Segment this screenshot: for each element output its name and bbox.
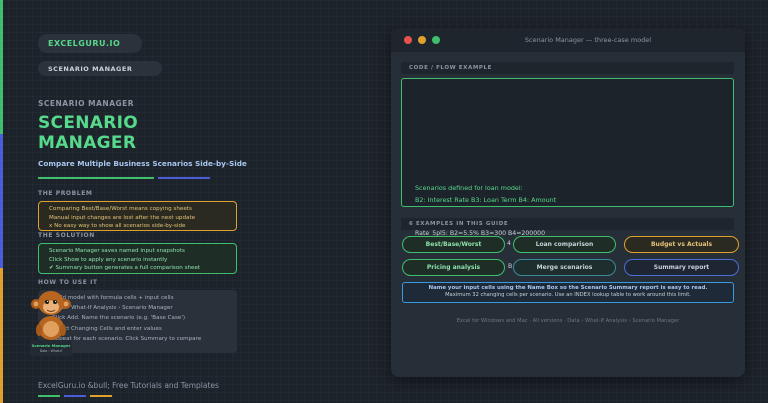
accent-bar-green <box>0 0 3 134</box>
solution-line: Scenario Manager saves named input snaps… <box>49 248 185 254</box>
footer-bar-blue <box>64 395 86 397</box>
solution-line: ✔ Summary button generates a full compar… <box>49 265 201 272</box>
behind-fragment: B <box>508 263 513 270</box>
nav-badge-label: SCENARIO MANAGER <box>48 64 133 73</box>
examples-section-header: 6 EXAMPLES IN THIS GUIDE <box>401 218 734 230</box>
mascot-caption: Scenario Manager <box>31 343 71 348</box>
mascot-subcaption: Data › What-If <box>39 349 63 353</box>
example-button-budget-vs-actuals[interactable]: Budget vs Actuals <box>624 236 739 253</box>
example-button-best-base-worst[interactable]: Best/Base/Worst <box>402 236 505 253</box>
footer-bar-orange <box>90 395 112 397</box>
code-label: CODE / FLOW EXAMPLE <box>409 65 493 71</box>
behind-fragment: 4 <box>507 240 511 247</box>
subtitle-underline-green <box>38 177 154 179</box>
howto-step: Repeat for each scenario. Click Summary … <box>52 335 202 342</box>
app-window: Scenario Manager — three-case model CODE… <box>391 28 745 377</box>
tip-line-1: Name your input cells using the Name Box… <box>428 285 708 291</box>
nav-badge[interactable]: SCENARIO MANAGER <box>38 61 162 76</box>
page-title-line1: SCENARIO <box>38 113 138 133</box>
howto-step: Click Add. Name the scenario (e.g. 'Base… <box>52 315 186 322</box>
code-panel: Scenarios defined for loan model: B2: In… <box>401 78 734 207</box>
problem-box: Comparing Best/Base/Worst means copying … <box>38 201 237 231</box>
example-button-merge-scenarios[interactable]: Merge scenarios <box>513 259 616 276</box>
code-line: Scenarios defined for loan model: <box>415 184 523 192</box>
page-eyebrow: SCENARIO MANAGER <box>38 99 135 108</box>
howto-step: Select Changing Cells and enter values <box>52 325 162 332</box>
window-titlebar: Scenario Manager — three-case model <box>391 28 745 52</box>
monkey-mascot-icon <box>31 291 71 340</box>
mascot: Scenario Manager Data › What-If <box>30 290 72 356</box>
code-section-header: CODE / FLOW EXAMPLE <box>401 62 734 74</box>
problem-line: Manual input changes are lost after the … <box>49 214 196 221</box>
footer-bar-green <box>38 395 60 397</box>
howto-step: Build model with formula cells + input c… <box>52 295 174 301</box>
examples-label: 6 EXAMPLES IN THIS GUIDE <box>409 221 509 227</box>
page-title-line2: MANAGER <box>38 133 137 153</box>
code-line: B2: Interest Rate B3: Loan Term B4: Amou… <box>415 196 557 204</box>
subtitle-underline-blue <box>158 177 210 179</box>
example-button-summary-report[interactable]: Summary report <box>624 259 739 276</box>
left-footer: ExcelGuru.io &bull; Free Tutorials and T… <box>38 381 219 390</box>
problem-line: Comparing Best/Base/Worst means copying … <box>49 206 192 212</box>
howto-label: HOW TO USE IT <box>38 279 98 286</box>
window-title: Scenario Manager — three-case model <box>524 36 652 44</box>
solution-line: Click Show to apply any scenario instant… <box>49 256 168 263</box>
window-footer: Excel for Windows and Mac · All versions… <box>456 318 680 324</box>
solution-box: Scenario Manager saves named input snaps… <box>38 243 237 274</box>
tip-line-2: Maximum 32 changing cells per scenario. … <box>445 292 691 298</box>
accent-bar-orange <box>0 268 3 403</box>
example-button-pricing-analysis[interactable]: Pricing analysis <box>402 259 505 276</box>
brand-pill[interactable]: EXCELGURU.IO <box>38 34 142 53</box>
howto-step: Data › What-If Analysis › Scenario Manag… <box>52 305 173 312</box>
mascot-caption-card: Scenario Manager Data › What-If <box>30 340 72 356</box>
tip-box: Name your input cells using the Name Box… <box>402 282 734 303</box>
page-subtitle: Compare Multiple Business Scenarios Side… <box>38 159 247 168</box>
brand-label: EXCELGURU.IO <box>48 39 121 48</box>
problem-label: THE PROBLEM <box>38 190 93 197</box>
problem-line: x No easy way to show all scenarios side… <box>49 223 186 230</box>
solution-label: THE SOLUTION <box>38 232 95 239</box>
example-button-loan-comparison[interactable]: Loan comparison <box>513 236 616 253</box>
accent-bar-blue <box>0 134 3 268</box>
